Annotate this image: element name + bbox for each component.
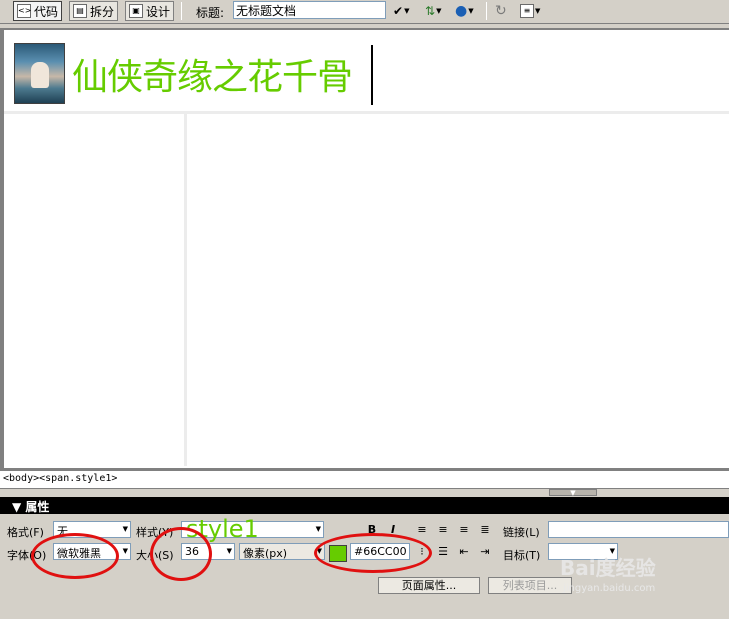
refresh-icon: ↻ <box>495 3 507 19</box>
document-toolbar: <> 代码 ▤ 拆分 ▣ 设计 标题: ✔▼ ⇅▼ ●▼ ↻ ≡▼ <box>0 0 729 24</box>
baidu-watermark-url: jingyan.baidu.com <box>563 583 656 594</box>
check-icon: ✔ <box>393 4 404 18</box>
outdent-icon[interactable]: ⇤ <box>457 545 471 559</box>
panel-splitter[interactable]: ▼ <box>0 489 729 497</box>
link-input[interactable] <box>548 521 729 538</box>
validate-markup-button[interactable]: ✔ ▼ <box>393 2 409 20</box>
chevron-down-icon: ▼ <box>468 7 474 15</box>
globe-icon: ● <box>455 3 468 19</box>
align-left-icon[interactable]: ≡ <box>415 523 429 537</box>
collapse-handle[interactable]: ▼ <box>549 489 597 497</box>
chevron-down-icon: ▼ <box>535 7 541 15</box>
code-icon: <> <box>17 4 31 18</box>
file-management-button[interactable]: ⇅ ▼ <box>425 2 441 20</box>
link-label: 链接(L) <box>503 526 540 539</box>
layout-divider <box>4 111 729 114</box>
chevron-down-icon: ▼ <box>404 7 410 15</box>
target-label: 目标(T) <box>503 549 541 562</box>
design-view-button[interactable]: ▣ 设计 <box>125 1 175 21</box>
baidu-watermark: Bai度经验 <box>560 556 656 580</box>
thumbnail-image <box>14 43 65 104</box>
page-heading[interactable]: 仙侠奇缘之花千骨 <box>72 48 353 100</box>
unit-select[interactable]: 像素(px) <box>239 543 325 560</box>
ordered-list-icon[interactable]: ☰ <box>436 545 450 559</box>
preview-in-browser-button[interactable]: ● ▼ <box>455 2 474 20</box>
refresh-button[interactable]: ↻ <box>495 2 507 20</box>
up-down-arrows-icon: ⇅ <box>425 4 436 18</box>
tag-path[interactable]: <body><span.style1> <box>3 473 117 484</box>
highlight-size-ellipse <box>150 527 212 581</box>
split-view-label: 拆分 <box>90 4 115 19</box>
text-cursor <box>371 45 373 105</box>
split-view-button[interactable]: ▤ 拆分 <box>69 1 119 21</box>
align-right-icon[interactable]: ≡ <box>457 523 471 537</box>
code-view-label: 代码 <box>34 4 59 19</box>
title-input[interactable] <box>233 1 386 19</box>
list-icon: ≡ <box>520 4 534 18</box>
chevron-down-icon: ▼ <box>436 7 442 15</box>
properties-panel-title: ▼ 属性 <box>12 500 50 514</box>
code-view-button[interactable]: <> 代码 <box>13 1 63 21</box>
design-view-label: 设计 <box>146 4 171 19</box>
view-options-button[interactable]: ≡ ▼ <box>520 2 540 20</box>
page-properties-button[interactable]: 页面属性... <box>378 577 480 594</box>
design-icon: ▣ <box>129 4 143 18</box>
layout-column-divider <box>184 114 187 466</box>
toolbar-divider <box>181 2 182 20</box>
justify-icon[interactable]: ≣ <box>478 523 492 537</box>
unit-value: 像素(px) <box>243 547 288 560</box>
tag-selector[interactable]: <body><span.style1> <box>0 471 729 489</box>
align-center-icon[interactable]: ≡ <box>436 523 450 537</box>
properties-panel-header[interactable]: ▼ 属性 <box>0 497 729 514</box>
design-view-canvas[interactable]: 仙侠奇缘之花千骨 <box>0 28 729 468</box>
format-label: 格式(F) <box>7 526 44 539</box>
highlight-color-ellipse <box>314 533 432 573</box>
title-label: 标题: <box>196 6 225 20</box>
split-icon: ▤ <box>73 4 87 18</box>
toolbar-divider <box>486 2 487 20</box>
indent-icon[interactable]: ⇥ <box>478 545 492 559</box>
highlight-font-ellipse <box>31 533 119 579</box>
